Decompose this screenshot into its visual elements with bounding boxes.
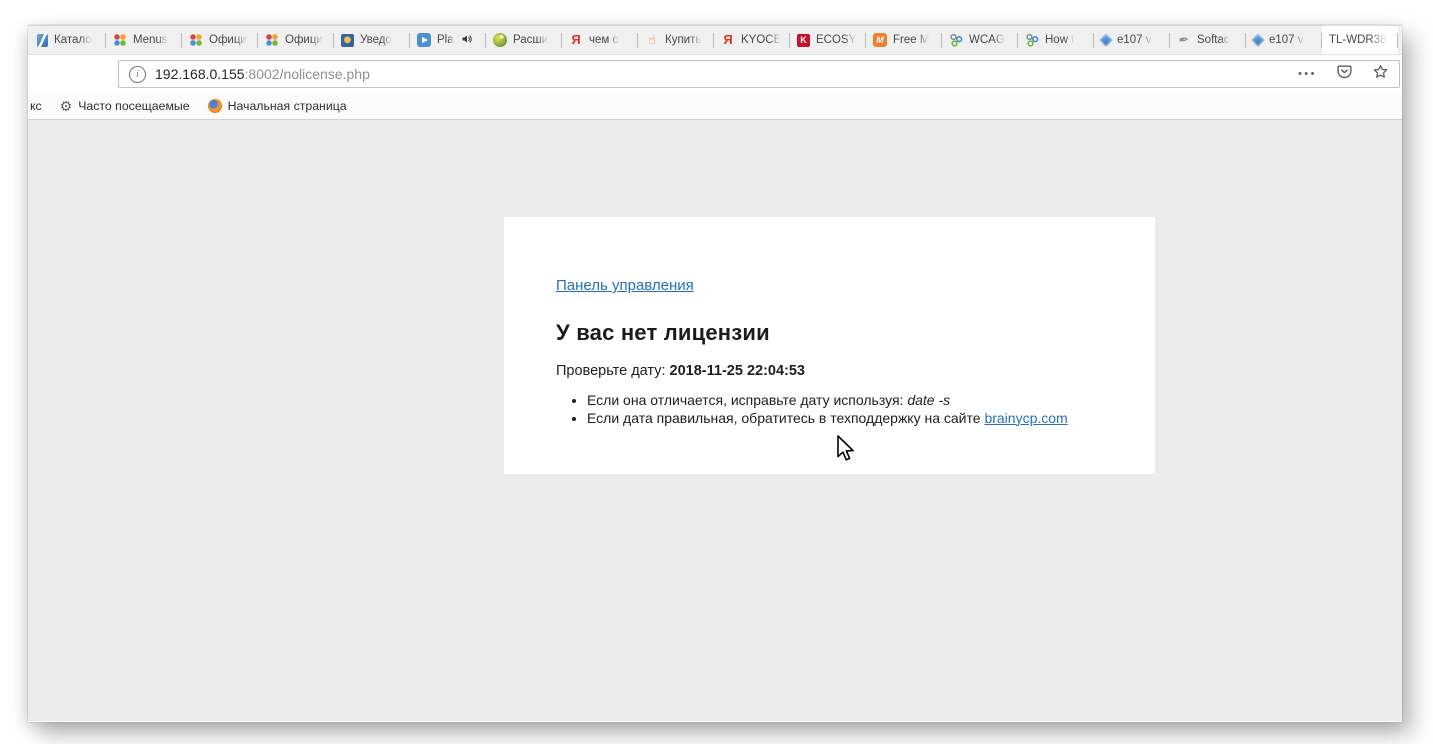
softaculous-icon: ✒ — [1176, 32, 1192, 48]
hand-cursor-icon: ☝ — [645, 33, 659, 47]
tab-label: Уведо — [360, 34, 392, 46]
browser-window: Катало Menus Офици Офици Уведо Pla Расши… — [28, 25, 1402, 722]
tab-13[interactable]: How t — [1018, 26, 1094, 54]
tab-7[interactable]: Я чем о — [562, 26, 638, 54]
tab-0[interactable]: Катало — [30, 26, 106, 54]
tab-5[interactable]: Pla — [410, 26, 486, 54]
gear-icon: ⚙ — [60, 98, 73, 115]
tab-label: Menus — [133, 34, 168, 46]
tab-label: Pla — [437, 34, 454, 46]
page-actions-icon[interactable]: ••• — [1298, 68, 1317, 80]
tab-15[interactable]: ✒ Softac — [1170, 26, 1246, 54]
bookmarks-toolbar: кс ⚙ Часто посещаемые Начальная страница — [28, 93, 1402, 120]
instructions-list: Если она отличается, исправьте дату испо… — [556, 392, 1103, 427]
e107-icon — [1251, 33, 1265, 47]
tab-11[interactable]: M Free M — [866, 26, 942, 54]
page-content: Панель управления У вас нет лицензии Про… — [28, 120, 1402, 721]
tab-2[interactable]: Офици — [182, 26, 258, 54]
navigation-toolbar: i 192.168.0.155:8002/nolicense.php ••• — [28, 55, 1402, 93]
tab-audio-icon[interactable] — [461, 33, 473, 48]
brainycp-link[interactable]: brainycp.com — [984, 410, 1067, 426]
pocket-icon[interactable] — [1336, 63, 1353, 85]
list-item: Если дата правильная, обратитесь в техпо… — [587, 410, 1103, 428]
bookmark-item-clipped[interactable]: кс — [28, 93, 51, 119]
tab-1[interactable]: Menus — [106, 26, 182, 54]
kyocera-icon: K — [797, 34, 810, 47]
tab-label: How t — [1045, 34, 1074, 46]
tab-label: KYOCE — [741, 34, 781, 46]
tab-16[interactable]: e107 v — [1246, 26, 1322, 54]
tab-label: Офици — [209, 34, 247, 46]
url-text[interactable]: 192.168.0.155:8002/nolicense.php — [155, 66, 370, 82]
desktop-background: Катало Menus Офици Офици Уведо Pla Расши… — [0, 0, 1433, 744]
tab-12[interactable]: WCAG — [942, 26, 1018, 54]
site-info-icon[interactable]: i — [129, 66, 146, 83]
yandex-icon: Я — [569, 33, 583, 47]
page-title: У вас нет лицензии — [556, 320, 1103, 346]
joomla-icon — [265, 33, 279, 47]
tab-label: Расши — [513, 34, 548, 46]
joomla-icon — [113, 33, 127, 47]
tab-8[interactable]: ☝ Купить — [638, 26, 714, 54]
bookmark-item-frequently-visited[interactable]: ⚙ Часто посещаемые — [51, 93, 199, 119]
tab-label: e107 v — [1117, 34, 1152, 46]
tab-17[interactable]: TL-WDR38 — [1322, 26, 1398, 54]
tab-label: e107 v — [1269, 34, 1304, 46]
tab-label: Офици — [285, 34, 323, 46]
tab-label: Softac — [1197, 34, 1230, 46]
tab-9[interactable]: Я KYOCE — [714, 26, 790, 54]
joomla-icon — [189, 33, 203, 47]
tab-label: ECOSY — [816, 34, 856, 46]
e107-icon — [1099, 33, 1113, 47]
bookmark-star-icon[interactable] — [1372, 63, 1389, 85]
tab-label: Free M — [893, 34, 929, 46]
tab-6[interactable]: Расши — [486, 26, 562, 54]
tab-label: WCAG — [969, 34, 1005, 46]
emblem-icon — [341, 34, 354, 47]
url-bar[interactable]: i 192.168.0.155:8002/nolicense.php ••• — [118, 60, 1400, 88]
catalog-icon — [37, 34, 48, 47]
date-command: date -s — [907, 392, 950, 408]
play-icon — [417, 33, 431, 47]
date-value: 2018-11-25 22:04:53 — [670, 363, 805, 379]
control-panel-link[interactable]: Панель управления — [556, 277, 694, 294]
tab-4[interactable]: Уведо — [334, 26, 410, 54]
check-date-line: Проверьте дату: 2018-11-25 22:04:53 — [556, 363, 1103, 379]
tab-label: Катало — [54, 34, 92, 46]
tab-14[interactable]: e107 v — [1094, 26, 1170, 54]
list-item: Если она отличается, исправьте дату испо… — [587, 392, 1103, 410]
tab-10[interactable]: K ECOSY — [790, 26, 866, 54]
three-circles-icon — [949, 33, 963, 47]
tab-bar: Катало Menus Офици Офици Уведо Pla Расши… — [28, 25, 1402, 55]
firefox-icon — [208, 99, 222, 113]
chameleon-icon — [493, 33, 507, 47]
yandex-icon: Я — [721, 33, 735, 47]
tab-label: Купить — [665, 34, 701, 46]
three-circles-icon — [1025, 33, 1039, 47]
tab-label: TL-WDR38 — [1329, 34, 1387, 46]
tab-label: чем о — [589, 34, 619, 46]
m-badge-icon: M — [873, 33, 887, 47]
tab-3[interactable]: Офици — [258, 26, 334, 54]
license-error-card: Панель управления У вас нет лицензии Про… — [504, 217, 1155, 474]
bookmark-item-home-page[interactable]: Начальная страница — [199, 93, 356, 119]
